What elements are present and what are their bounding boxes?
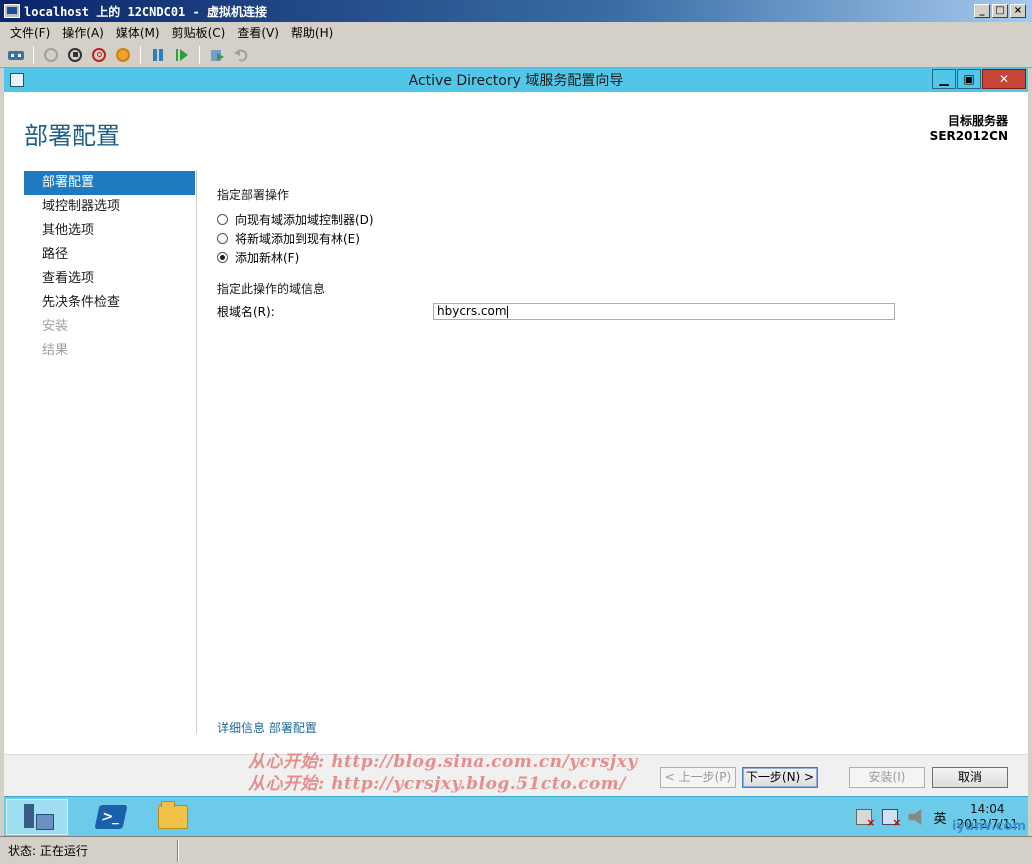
clock-time: 14:04	[969, 802, 1005, 816]
option-add-domain[interactable]: 将新域添加到现有林(E)	[217, 229, 917, 248]
start-icon[interactable]	[41, 45, 61, 65]
watermark-line-2: 从心开始: http://ycrsjxy.blog.51cto.com/	[248, 774, 626, 794]
wizard-footer: 从心开始: http://blog.sina.com.cn/ycrsjxy 从心…	[4, 752, 1028, 796]
wizard-restore-button[interactable]: ▣	[957, 69, 981, 89]
host-title-bar: localhost 上的 12CNDC01 - 虚拟机连接 _ □ ×	[0, 0, 1032, 22]
turn-off-icon[interactable]	[65, 45, 85, 65]
menu-file[interactable]: 文件(F)	[4, 24, 56, 41]
ctrl-alt-del-icon[interactable]	[6, 45, 26, 65]
server-manager-icon	[22, 804, 54, 830]
nav-item-dc-options[interactable]: 域控制器选项	[24, 195, 195, 219]
cancel-button[interactable]: 取消	[932, 767, 1008, 788]
radio-add-dc[interactable]	[217, 214, 228, 225]
radio-add-forest[interactable]	[217, 252, 228, 263]
option-add-forest-label: 添加新林(F)	[235, 251, 300, 265]
wizard-title-bar: Active Directory 域服务配置向导 ▁ ▣ ✕	[4, 68, 1028, 92]
text-caret	[506, 305, 508, 318]
status-bar-filler	[178, 839, 1032, 862]
shut-down-icon[interactable]	[89, 45, 109, 65]
taskbar-server-manager[interactable]	[6, 799, 68, 835]
nav-item-results: 结果	[42, 343, 69, 358]
toolbar-separator	[199, 45, 200, 64]
taskbar-explorer[interactable]	[142, 799, 204, 835]
network-icon[interactable]	[882, 809, 901, 829]
host-window-title: localhost 上的 12CNDC01 - 虚拟机连接	[24, 4, 267, 19]
wizard-window-title: Active Directory 域服务配置向导	[408, 73, 624, 89]
root-domain-value: hbycrs.com	[437, 304, 507, 318]
host-close-button[interactable]: ×	[1010, 4, 1026, 18]
target-server: 目标服务器 SER2012CN	[930, 114, 1008, 144]
host-minimize-button[interactable]: _	[974, 4, 990, 18]
radio-add-domain[interactable]	[217, 233, 228, 244]
option-add-domain-label: 将新域添加到现有林(E)	[235, 232, 360, 246]
menu-action[interactable]: 操作(A)	[56, 24, 110, 41]
next-button[interactable]: 下一步(N) >	[742, 767, 818, 788]
host-toolbar	[0, 42, 1032, 68]
wizard-content: 指定部署操作 向现有域添加域控制器(D) 将新域添加到现有林(E) 添加新林(F…	[217, 186, 917, 320]
toolbar-separator	[33, 45, 34, 64]
menu-view[interactable]: 查看(V)	[231, 24, 285, 41]
taskbar-powershell[interactable]: >_	[80, 799, 142, 835]
option-add-forest[interactable]: 添加新林(F)	[217, 248, 917, 267]
root-domain-input[interactable]: hbycrs.com	[433, 303, 895, 320]
action-center-icon[interactable]	[856, 809, 875, 829]
root-domain-row: 根域名(R): hbycrs.com	[217, 303, 917, 320]
wizard-nav: 部署配置 域控制器选项 其他选项 路径 查看选项 先决条件检查 安装 结果	[24, 171, 195, 363]
vm-connection-icon	[4, 4, 20, 18]
deployment-operation-label: 指定部署操作	[217, 188, 290, 202]
domain-info-label: 指定此操作的域信息	[217, 282, 326, 296]
vm-status-text: 状态: 正在运行	[0, 839, 178, 862]
previous-button: < 上一步(P)	[660, 767, 736, 788]
host-maximize-button[interactable]: □	[992, 4, 1008, 18]
resume-icon[interactable]	[172, 45, 192, 65]
nav-item-prerequisites-check[interactable]: 先决条件检查	[24, 291, 195, 315]
wizard-close-button[interactable]: ✕	[982, 69, 1026, 89]
taskbar: >_ 英 14:04 2012/7/11 iyunv.com	[4, 796, 1028, 836]
option-add-dc[interactable]: 向现有域添加域控制器(D)	[217, 210, 917, 229]
nav-item-paths[interactable]: 路径	[24, 243, 195, 267]
menu-help[interactable]: 帮助(H)	[285, 24, 339, 41]
menu-media[interactable]: 媒体(M)	[110, 24, 166, 41]
nav-divider	[196, 170, 197, 734]
menu-clipboard[interactable]: 剪贴板(C)	[166, 24, 232, 41]
target-server-label: 目标服务器	[947, 114, 1008, 128]
save-state-icon[interactable]	[113, 45, 133, 65]
revert-icon[interactable]	[231, 45, 251, 65]
option-add-dc-label: 向现有域添加域控制器(D)	[235, 213, 374, 227]
pause-icon[interactable]	[148, 45, 168, 65]
toolbar-separator	[140, 45, 141, 64]
root-domain-label: 根域名(R):	[217, 305, 275, 319]
wizard-minimize-button[interactable]: ▁	[932, 69, 956, 89]
folder-icon	[158, 801, 188, 829]
host-status-bar: 状态: 正在运行	[0, 836, 1032, 864]
powershell-icon: >_	[94, 805, 128, 829]
more-info-link[interactable]: 详细信息 部署配置	[217, 719, 317, 736]
nav-item-additional-options[interactable]: 其他选项	[24, 219, 195, 243]
guest-screen: Active Directory 域服务配置向导 ▁ ▣ ✕ 部署配置 目标服务…	[4, 68, 1028, 836]
nav-item-review-options[interactable]: 查看选项	[24, 267, 195, 291]
host-menu-bar: 文件(F) 操作(A) 媒体(M) 剪贴板(C) 查看(V) 帮助(H)	[0, 22, 1032, 42]
volume-icon[interactable]	[908, 809, 922, 825]
snapshot-icon[interactable]	[207, 45, 227, 65]
nav-item-deployment-config[interactable]: 部署配置	[24, 171, 195, 195]
page-title: 部署配置	[24, 122, 120, 150]
input-language[interactable]: 英	[933, 808, 946, 827]
nav-item-installation: 安装	[42, 319, 69, 334]
site-logo: iyunv.com	[952, 819, 1026, 834]
install-button: 安装(I)	[849, 767, 925, 788]
wizard-body: 部署配置 目标服务器 SER2012CN 部署配置 域控制器选项 其他选项 路径…	[4, 92, 1028, 754]
target-server-name: SER2012CN	[929, 129, 1008, 143]
